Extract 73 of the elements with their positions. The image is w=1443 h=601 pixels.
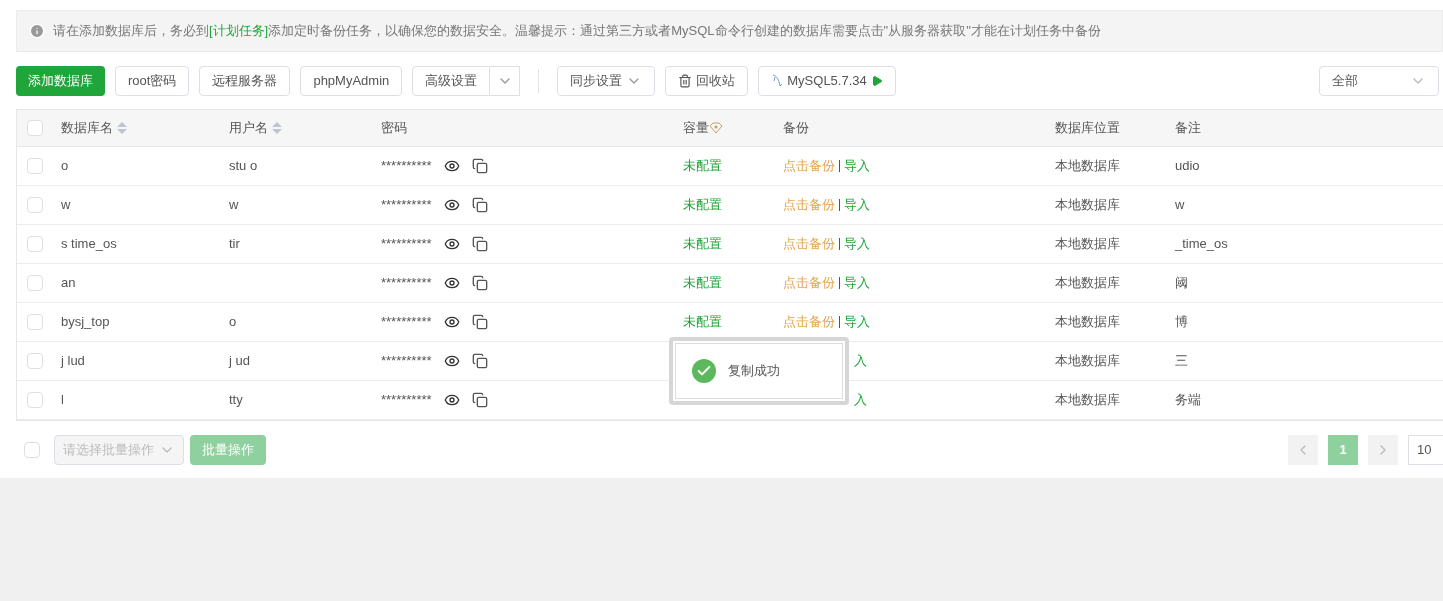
sync-settings-button[interactable]: 同步设置 xyxy=(557,66,656,96)
capacity-link[interactable]: 未配置 xyxy=(683,158,722,174)
note-text: _time_os xyxy=(1175,236,1228,252)
root-password-button[interactable]: root密码 xyxy=(115,66,190,96)
advanced-settings-button[interactable]: 高级设置 xyxy=(412,66,491,96)
username: stu o xyxy=(229,158,258,174)
location-text: 本地数据库 xyxy=(1055,353,1120,369)
add-database-button[interactable]: 添加数据库 xyxy=(16,66,105,96)
import-link[interactable]: 导入 xyxy=(844,273,870,293)
location-text: 本地数据库 xyxy=(1055,158,1120,174)
recycle-bin-button[interactable]: 回收站 xyxy=(665,66,749,96)
username: w xyxy=(229,197,239,213)
capacity-link[interactable]: 未配置 xyxy=(683,314,722,330)
username: tir xyxy=(229,236,240,252)
database-name: o xyxy=(61,158,69,174)
database-name: s time_os xyxy=(61,236,117,252)
scheduled-task-link[interactable]: [计划任务] xyxy=(209,23,269,39)
masked-password: ********** xyxy=(381,235,432,254)
import-link[interactable]: 入 xyxy=(854,351,867,371)
batch-operation-button[interactable]: 批量操作 xyxy=(190,435,266,465)
column-header: 密码 xyxy=(381,119,407,138)
column-header: 数据库位置 xyxy=(1055,119,1120,138)
import-link[interactable]: 导入 xyxy=(844,156,870,176)
database-name: l xyxy=(61,392,64,408)
masked-password: ********** xyxy=(381,196,432,215)
import-link[interactable]: 导入 xyxy=(844,312,870,332)
notice-text: 请在添加数据库后，务必到[计划任务]添加定时备份任务，以确保您的数据安全。温馨提示：通过第三方或者MySQL命令行创建的数据库需要点击"从服务器获取"才能在计划任务中备份 xyxy=(53,22,1101,41)
import-link[interactable]: 导入 xyxy=(844,195,870,215)
capacity-link[interactable]: 未配置 xyxy=(683,236,722,252)
username: j ud xyxy=(229,353,250,369)
import-link[interactable]: 入 xyxy=(854,390,867,410)
phpmyadmin-button[interactable]: phpMyAdmin xyxy=(300,66,403,96)
note-text: w xyxy=(1175,197,1185,213)
backup-link[interactable]: 点击备份 xyxy=(783,273,835,293)
page-size-select[interactable]: 10 xyxy=(1408,435,1443,465)
database-name: w xyxy=(61,197,71,213)
masked-password: ********** xyxy=(381,157,432,176)
masked-password: ********** xyxy=(381,391,432,410)
database-name: bysj_top xyxy=(61,314,110,330)
location-text: 本地数据库 xyxy=(1055,197,1120,213)
location-text: 本地数据库 xyxy=(1055,236,1120,252)
database-name: an xyxy=(61,275,76,291)
backup-link[interactable]: 点击备份 xyxy=(783,312,835,332)
masked-password: ********** xyxy=(381,313,432,332)
username: o xyxy=(229,314,237,330)
backup-link[interactable]: 点击备份 xyxy=(783,195,835,215)
column-header: 备注 xyxy=(1175,119,1201,138)
column-header: 容量 xyxy=(683,119,709,138)
note-text: 阈 xyxy=(1175,275,1188,291)
column-header: 备份 xyxy=(783,119,809,138)
location-text: 本地数据库 xyxy=(1055,314,1120,330)
backup-link[interactable]: 点击备份 xyxy=(783,156,835,176)
masked-password: ********** xyxy=(381,352,432,371)
note-text: 三 xyxy=(1175,353,1188,369)
backup-link[interactable]: 点击备份 xyxy=(783,234,835,254)
column-header[interactable]: 用户名 xyxy=(229,118,268,138)
page-button[interactable]: 1 xyxy=(1328,435,1358,465)
username: tty xyxy=(229,392,243,408)
filter-select[interactable]: 全部 xyxy=(1319,66,1439,96)
note-text: 务端 xyxy=(1175,392,1201,408)
note-text: udio xyxy=(1175,158,1200,174)
remote-server-button[interactable]: 远程服务器 xyxy=(199,66,291,96)
column-header[interactable]: 数据库名 xyxy=(61,118,113,138)
note-text: 博 xyxy=(1175,314,1188,330)
capacity-link[interactable]: 未配置 xyxy=(683,197,722,213)
database-name: j lud xyxy=(61,353,85,369)
import-link[interactable]: 导入 xyxy=(844,234,870,254)
mysql-version-button[interactable]: MySQL5.7.34 xyxy=(758,66,896,96)
toast-message: 复制成功 xyxy=(728,362,780,381)
capacity-link[interactable]: 未配置 xyxy=(683,275,722,291)
masked-password: ********** xyxy=(381,274,432,293)
location-text: 本地数据库 xyxy=(1055,275,1120,291)
location-text: 本地数据库 xyxy=(1055,392,1120,408)
